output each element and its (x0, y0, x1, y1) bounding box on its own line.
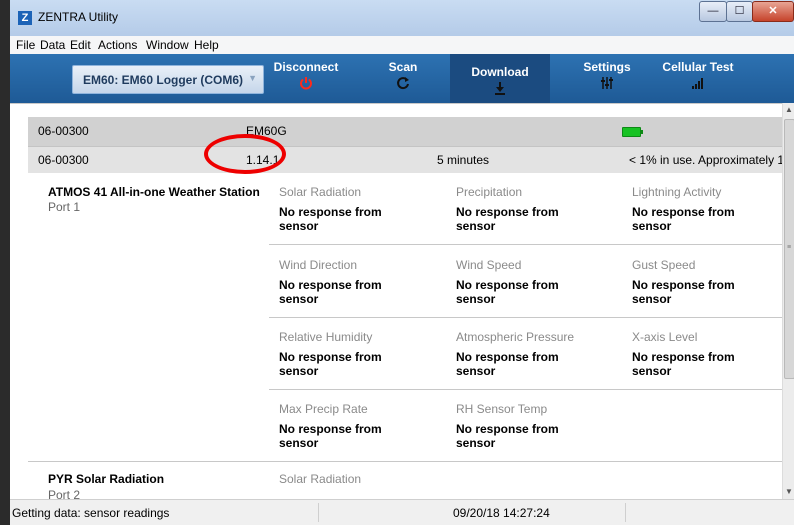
menu-bar: File Data Edit Actions Window Help (10, 36, 794, 55)
maximize-button[interactable]: ☐ (726, 1, 753, 22)
settings-button[interactable]: Settings (570, 60, 644, 98)
measure-label: Gust Speed (632, 258, 696, 272)
measure-value: No response from sensor (456, 422, 559, 450)
disconnect-button[interactable]: Disconnect (268, 60, 344, 98)
measure-label: Lightning Activity (632, 185, 722, 199)
logger-status-row[interactable]: 06-00300 1.14.1 5 minutes < 1% in use. A… (28, 146, 782, 173)
sensor-divider (28, 461, 782, 462)
menu-help[interactable]: Help (194, 38, 219, 52)
measure-label: Relative Humidity (279, 330, 373, 344)
toolbar: EM60: EM60 Logger (COM6) ▼ Disconnect Sc… (10, 54, 794, 103)
settings-label: Settings (583, 60, 631, 74)
menu-data[interactable]: Data (40, 38, 65, 52)
status-divider (318, 503, 319, 522)
measure-value: No response from sensor (632, 205, 735, 233)
sliders-icon (570, 76, 644, 93)
app-window: Z ZENTRA Utility — ☐ ✕ File Data Edit Ac… (10, 0, 794, 525)
red-highlight-circle (204, 134, 286, 174)
memory-usage: < 1% in use. Approximately 1 (629, 153, 782, 167)
download-button[interactable]: Download (450, 54, 550, 103)
measure-label: RH Sensor Temp (456, 402, 548, 416)
menu-file[interactable]: File (16, 38, 35, 52)
cellular-test-label: Cellular Test (662, 60, 734, 74)
left-gutter (10, 104, 28, 500)
measure-label: Wind Direction (279, 258, 358, 272)
title-bar: Z ZENTRA Utility — ☐ ✕ (10, 0, 794, 36)
measure-value: No response from sensor (632, 278, 735, 306)
grip-icon: ≡ (787, 244, 792, 251)
measure-label: Precipitation (456, 185, 523, 199)
download-label: Download (471, 65, 529, 79)
download-icon (450, 81, 550, 98)
device-select-value: EM60: EM60 Logger (COM6) (83, 73, 244, 87)
measure-label: Max Precip Rate (279, 402, 368, 416)
power-icon (268, 76, 344, 93)
scan-label: Scan (388, 60, 418, 74)
measure-label: Wind Speed (456, 258, 522, 272)
measure-value: No response from sensor (279, 278, 382, 306)
measure-label: Solar Radiation (279, 185, 362, 199)
menu-actions[interactable]: Actions (98, 38, 137, 52)
menu-edit[interactable]: Edit (70, 38, 91, 52)
scrollbar-thumb[interactable]: ≡ (784, 119, 794, 379)
status-message: Getting data: sensor readings (12, 506, 170, 520)
status-timestamp: 09/20/18 14:27:24 (453, 506, 550, 520)
cellular-test-button[interactable]: Cellular Test (654, 60, 742, 98)
status-divider (625, 503, 626, 522)
disconnect-label: Disconnect (273, 60, 339, 74)
measure-label: Solar Radiation (279, 472, 362, 486)
close-button[interactable]: ✕ (752, 1, 794, 22)
logger-info-row[interactable]: 06-00300 EM60G (28, 117, 782, 146)
measurement-interval: 5 minutes (437, 153, 490, 167)
sensor-port: Port 1 (48, 200, 81, 214)
signal-bars-icon (654, 76, 742, 93)
sensor-name: PYR Solar Radiation (48, 472, 165, 486)
minimize-button[interactable]: — (699, 1, 727, 22)
scan-button[interactable]: Scan (374, 60, 432, 98)
scroll-down-arrow-icon[interactable]: ▼ (783, 485, 794, 499)
row-divider (269, 317, 782, 318)
sensor-name: ATMOS 41 All-in-one Weather Station (48, 185, 260, 199)
window-title: ZENTRA Utility (38, 10, 119, 24)
measure-value: No response from sensor (456, 205, 559, 233)
menu-window[interactable]: Window (146, 38, 189, 52)
row-divider (269, 389, 782, 390)
measure-value: No response from sensor (456, 350, 559, 378)
logger-serial-2: 06-00300 (38, 153, 89, 167)
device-select[interactable]: EM60: EM60 Logger (COM6) ▼ (72, 65, 264, 94)
zentra-logo-icon: Z (18, 11, 32, 25)
measure-value: No response from sensor (632, 350, 735, 378)
sensor-readings-panel: 06-00300 EM60G 06-00300 1.14.1 5 minutes… (10, 103, 782, 500)
refresh-icon (374, 76, 432, 93)
status-bar: Getting data: sensor readings 09/20/18 1… (10, 499, 794, 525)
measure-value: No response from sensor (279, 422, 382, 450)
measure-label: Atmospheric Pressure (456, 330, 575, 344)
battery-full-icon (622, 127, 643, 137)
chevron-down-icon: ▼ (248, 73, 257, 83)
row-divider (269, 244, 782, 245)
vertical-scrollbar[interactable]: ▲ ≡ ▼ (782, 103, 794, 499)
scroll-up-arrow-icon[interactable]: ▲ (783, 103, 794, 117)
logger-serial: 06-00300 (38, 124, 89, 138)
measure-value: No response from sensor (279, 205, 382, 233)
measure-value: No response from sensor (456, 278, 559, 306)
measure-value: No response from sensor (279, 350, 382, 378)
measure-label: X-axis Level (632, 330, 698, 344)
